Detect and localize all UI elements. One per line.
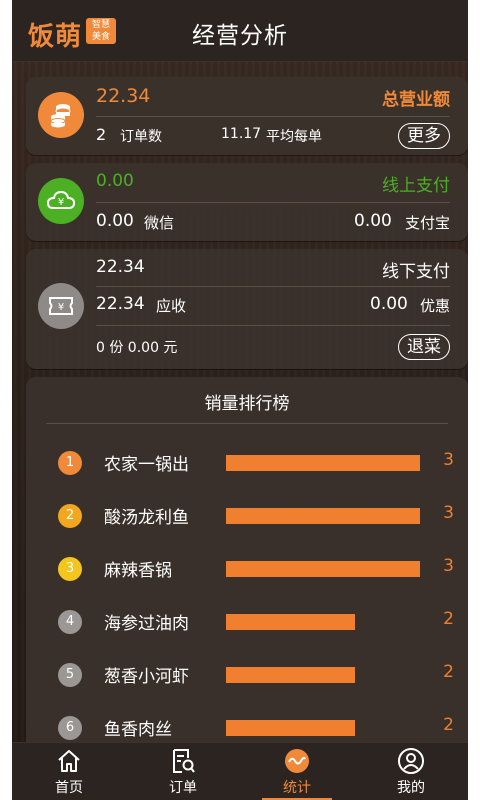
- rank-dish-name: 麻辣香锅: [104, 561, 172, 581]
- avg-value: 11.17: [221, 126, 262, 142]
- rank-dish-name: 农家一锅出: [104, 455, 189, 475]
- rank-dish-name: 海参过油肉: [104, 614, 189, 634]
- rank-sales-value: 2: [443, 715, 454, 735]
- page-title: 经营分析: [192, 23, 288, 49]
- home-icon: [58, 750, 80, 772]
- order-count-label: 订单数: [120, 129, 162, 145]
- alipay-label: 支付宝: [404, 214, 450, 232]
- cloud-yuan-icon: ¥: [38, 178, 84, 224]
- revenue-label: 总营业额: [382, 90, 450, 110]
- svg-text:¥: ¥: [58, 197, 64, 208]
- ranking-row: 1 农家一锅出 3: [26, 443, 468, 483]
- rank-sales-bar: [226, 455, 420, 471]
- alipay-value: 0.00: [354, 211, 392, 231]
- more-button[interactable]: 更多: [398, 123, 450, 149]
- tab-profile-label: 我的: [397, 780, 425, 796]
- rank-number-badge: 4: [58, 610, 82, 634]
- tab-stats[interactable]: 统计: [240, 743, 354, 800]
- tab-orders[interactable]: 订单: [126, 743, 240, 800]
- rank-dish-name: 酸汤龙利鱼: [104, 508, 189, 528]
- rank-sales-value: 2: [443, 662, 454, 682]
- bottom-tab-bar: 首页 订单 统计 我的: [12, 742, 468, 800]
- receivable-value: 22.34: [96, 294, 145, 314]
- tab-home-label: 首页: [55, 780, 83, 796]
- app-header: 饭萌 智慧 美食 经营分析: [12, 0, 468, 62]
- tab-home[interactable]: 首页: [12, 743, 126, 800]
- rank-number-badge: 1: [58, 451, 82, 475]
- receivable-label: 应收: [156, 297, 187, 315]
- tab-orders-label: 订单: [169, 780, 197, 796]
- svg-text:¥: ¥: [58, 302, 64, 313]
- discount-label: 优惠: [419, 297, 450, 315]
- order-count: 2: [96, 125, 107, 144]
- rank-dish-name: 鱼香肉丝: [104, 720, 172, 740]
- rank-sales-bar: [226, 667, 355, 683]
- offline-label: 线下支付: [382, 262, 450, 282]
- online-payment-card: ¥ 0.00 线上支付 0.00 微信 0.00 支付宝: [26, 163, 468, 241]
- sales-ranking-card: 销量排行榜 1 农家一锅出 3 2 酸汤龙利鱼 3 3 麻辣香锅 3 4 海参过油肉 2 5 葱香小河虾 2…: [26, 377, 468, 757]
- rank-sales-value: 3: [443, 450, 454, 470]
- revenue-card: 22.34 总营业额 2 订单数 11.17 平均每单 更多: [26, 77, 468, 155]
- tab-stats-label: 统计: [283, 780, 311, 796]
- ranking-divider: [46, 423, 448, 424]
- rank-sales-bar: [226, 508, 420, 524]
- online-divider: [96, 202, 450, 203]
- ranking-row: 4 海参过油肉 2: [26, 602, 468, 642]
- refund-button[interactable]: 退菜: [398, 334, 450, 360]
- revenue-divider: [96, 116, 450, 117]
- ticket-yuan-icon: ¥: [38, 283, 84, 329]
- ranking-row: 2 酸汤龙利鱼 3: [26, 496, 468, 536]
- offline-payment-card: ¥ 22.34 线下支付 22.34 应收 0.00 优惠 0 份 0.00 元…: [26, 249, 468, 369]
- frame-edge-left: [0, 0, 12, 800]
- rank-sales-value: 2: [443, 609, 454, 629]
- offline-amount: 22.34: [96, 257, 145, 277]
- user-icon: [398, 748, 424, 774]
- rank-number-badge: 3: [58, 557, 82, 581]
- wechat-value: 0.00: [96, 211, 134, 231]
- offline-divider-1: [96, 286, 450, 287]
- ranking-row: 3 麻辣香锅 3: [26, 549, 468, 589]
- revenue-amount: 22.34: [96, 85, 151, 107]
- offline-divider-2: [96, 325, 450, 326]
- rank-sales-value: 3: [443, 503, 454, 523]
- ranking-row: 5 葱香小河虾 2: [26, 655, 468, 695]
- ranking-title: 销量排行榜: [204, 394, 290, 414]
- tab-profile[interactable]: 我的: [354, 743, 468, 800]
- rank-sales-value: 3: [443, 556, 454, 576]
- discount-value: 0.00: [370, 294, 408, 314]
- order-search-icon: [173, 749, 195, 773]
- stats-wave-icon: [285, 749, 309, 773]
- online-amount: 0.00: [96, 171, 134, 191]
- rank-sales-bar: [226, 614, 355, 630]
- refund-summary: 0 份 0.00 元: [96, 340, 178, 356]
- coins-icon: [38, 92, 84, 138]
- rank-dish-name: 葱香小河虾: [104, 667, 189, 687]
- rank-number-badge: 5: [58, 663, 82, 687]
- frame-edge-right: [468, 0, 480, 800]
- wechat-label: 微信: [144, 214, 175, 232]
- rank-number-badge: 2: [58, 504, 82, 528]
- online-label: 线上支付: [382, 176, 450, 196]
- avg-label: 平均每单: [266, 129, 322, 145]
- rank-sales-bar: [226, 561, 420, 577]
- rank-sales-bar: [226, 720, 355, 736]
- rank-number-badge: 6: [58, 716, 82, 740]
